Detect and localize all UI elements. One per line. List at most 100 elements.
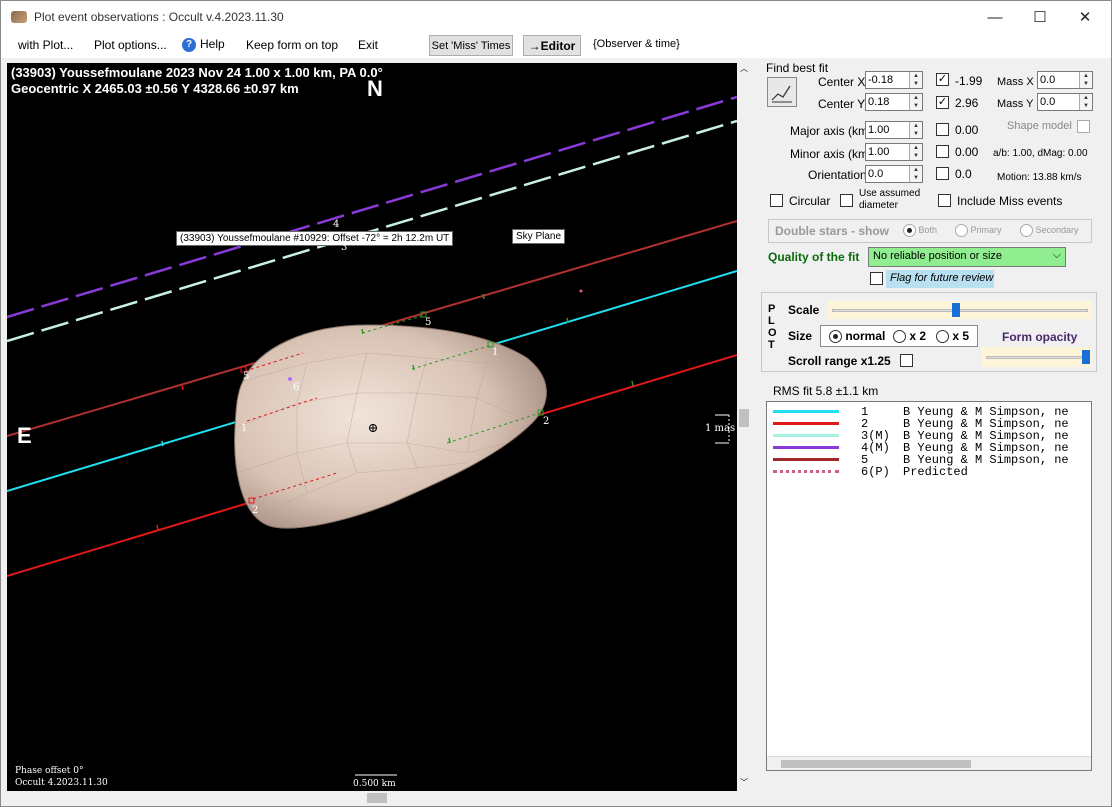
major-axis-input[interactable]: 1.00 ▲ ▼ — [865, 121, 923, 139]
radio-x2[interactable] — [893, 330, 906, 344]
major-check-value: 0.00 — [955, 123, 979, 137]
mass-x-input[interactable]: 0.0 ▲ ▼ — [1037, 71, 1093, 89]
mass-y-label: Mass Y — [997, 98, 1034, 110]
size-normal-option[interactable]: normal — [829, 329, 886, 344]
center-y-input[interactable]: 0.18 ▲ ▼ — [865, 93, 923, 111]
legend-swatch — [773, 446, 839, 449]
spin-arrows-icon[interactable]: ▲ ▼ — [909, 122, 922, 138]
plot-horizontal-scrollbar[interactable] — [7, 791, 750, 805]
chord-4-line — [7, 95, 737, 319]
opacity-slider[interactable] — [982, 347, 1092, 367]
menu-keep-on-top[interactable]: Keep form on top — [246, 38, 338, 52]
center-y-checkbox[interactable]: ✓ — [936, 96, 949, 109]
vscroll-thumb[interactable] — [739, 409, 749, 427]
orientation-input[interactable]: 0.0 ▲ ▼ — [865, 165, 923, 183]
legend-swatch — [773, 470, 839, 473]
center-y-value: 0.18 — [868, 96, 890, 108]
radio-both[interactable] — [903, 224, 916, 237]
size-normal-label: normal — [845, 329, 886, 343]
opacity-slider-thumb[interactable] — [1082, 350, 1090, 364]
double-primary-option[interactable]: Primary — [955, 224, 1002, 237]
form-opacity-label: Form opacity — [1002, 330, 1078, 344]
primary-label: Primary — [970, 224, 1002, 235]
scale-slider-thumb[interactable] — [952, 303, 960, 317]
flag-review-checkbox[interactable] — [870, 272, 883, 285]
menu-with-plot[interactable]: with Plot... — [18, 38, 73, 52]
panel-scrollbar[interactable] — [1101, 63, 1111, 791]
use-assumed-label: Use assumed diameter — [859, 188, 921, 211]
scroll-up-icon[interactable]: ︿ — [738, 63, 750, 77]
menu-exit[interactable]: Exit — [358, 38, 378, 52]
include-miss-checkbox[interactable] — [938, 194, 951, 207]
east-label: E — [17, 423, 32, 448]
center-x-input[interactable]: -0.18 ▲ ▼ — [865, 71, 923, 89]
double-both-option[interactable]: Both — [903, 224, 937, 237]
minimize-button[interactable]: — — [972, 1, 1018, 33]
mass-x-value: 0.0 — [1040, 74, 1056, 86]
quality-label: Quality of the fit — [768, 250, 860, 264]
quality-select[interactable]: No reliable position or size ⌵ — [868, 247, 1066, 267]
menu-help[interactable]: ? Help — [182, 37, 225, 52]
mass-y-input[interactable]: 0.0 ▲ ▼ — [1037, 93, 1093, 111]
scale-slider[interactable] — [828, 301, 1092, 319]
quality-value: No reliable position or size — [873, 250, 1003, 262]
legend-swatch — [773, 434, 839, 437]
double-secondary-option[interactable]: Secondary — [1020, 224, 1079, 237]
set-miss-times-button[interactable]: Set 'Miss' Times — [429, 35, 513, 56]
spin-arrows-icon[interactable]: ▲ ▼ — [909, 72, 922, 88]
chord-label-3: 3 — [341, 242, 348, 253]
shape-model-checkbox[interactable] — [1077, 120, 1090, 133]
menu-plot-options[interactable]: Plot options... — [94, 38, 167, 52]
app-window: Plot event observations : Occult v.4.202… — [0, 0, 1112, 807]
spin-arrows-icon[interactable]: ▲ ▼ — [909, 94, 922, 110]
phase-offset-label: Phase offset 0° — [15, 766, 84, 776]
observer-legend-list[interactable]: 1 B Yeung & M Simpson, ne 2 B Yeung & M … — [766, 401, 1092, 771]
mass-x-label: Mass X — [997, 76, 1034, 88]
size-x5-option[interactable]: x 5 — [936, 329, 969, 344]
center-x-value: -0.18 — [868, 74, 894, 86]
maximize-button[interactable]: ☐ — [1017, 1, 1063, 33]
chord-label-1b: 1 — [241, 423, 248, 434]
minor-axis-input[interactable]: 1.00 ▲ ▼ — [865, 143, 923, 161]
legend-hscroll-thumb[interactable] — [781, 760, 971, 768]
minor-axis-checkbox[interactable] — [936, 145, 949, 158]
circular-label: Circular — [789, 194, 831, 208]
spin-arrows-icon[interactable]: ▲ ▼ — [1079, 72, 1092, 88]
both-label: Both — [918, 224, 938, 235]
major-axis-checkbox[interactable] — [936, 123, 949, 136]
center-y-check-value: 2.96 — [955, 96, 979, 110]
chord-label-2: 2 — [543, 416, 550, 427]
plot-vertical-scrollbar[interactable]: ︿ ﹀ — [738, 63, 750, 791]
find-best-fit-button[interactable] — [767, 77, 797, 107]
hscroll-thumb[interactable] — [367, 793, 387, 803]
legend-row[interactable]: 6(P) Predicted — [767, 465, 1091, 479]
radio-secondary[interactable] — [1020, 224, 1033, 237]
radio-primary[interactable] — [955, 224, 968, 237]
close-button[interactable]: ✕ — [1062, 1, 1108, 33]
scroll-range-checkbox[interactable] — [900, 354, 913, 367]
menu-help-label: Help — [200, 37, 225, 51]
scroll-down-icon[interactable]: ﹀ — [738, 777, 750, 791]
editor-button[interactable]: →Editor — [523, 35, 581, 56]
use-assumed-checkbox[interactable] — [840, 194, 853, 207]
shape-model-label: Shape model — [1007, 120, 1072, 132]
orientation-checkbox[interactable] — [936, 167, 949, 180]
size-label: Size — [788, 329, 813, 343]
plot-canvas[interactable]: (33903) Youssefmoulane 2023 Nov 24 1.00 … — [7, 63, 737, 791]
observer-time-link[interactable]: {Observer & time} — [593, 38, 680, 50]
ab-dmag-label: a/b: 1.00, dMag: 0.00 — [993, 148, 1088, 159]
circular-checkbox[interactable] — [770, 194, 783, 207]
chord-label-4: 4 — [333, 219, 340, 230]
legend-swatch — [773, 422, 839, 425]
center-x-checkbox[interactable]: ✓ — [936, 73, 949, 86]
legend-hscrollbar[interactable] — [767, 756, 1091, 770]
spin-arrows-icon[interactable]: ▲ ▼ — [909, 144, 922, 160]
spin-arrows-icon[interactable]: ▲ ▼ — [1079, 94, 1092, 110]
mass-y-value: 0.0 — [1040, 96, 1056, 108]
window-title: Plot event observations : Occult v.4.202… — [34, 10, 284, 24]
spin-arrows-icon[interactable]: ▲ ▼ — [909, 166, 922, 182]
size-x2-option[interactable]: x 2 — [893, 329, 926, 344]
radio-normal[interactable] — [829, 330, 842, 344]
scroll-range-label: Scroll range x1.25 — [788, 354, 891, 368]
radio-x5[interactable] — [936, 330, 949, 344]
